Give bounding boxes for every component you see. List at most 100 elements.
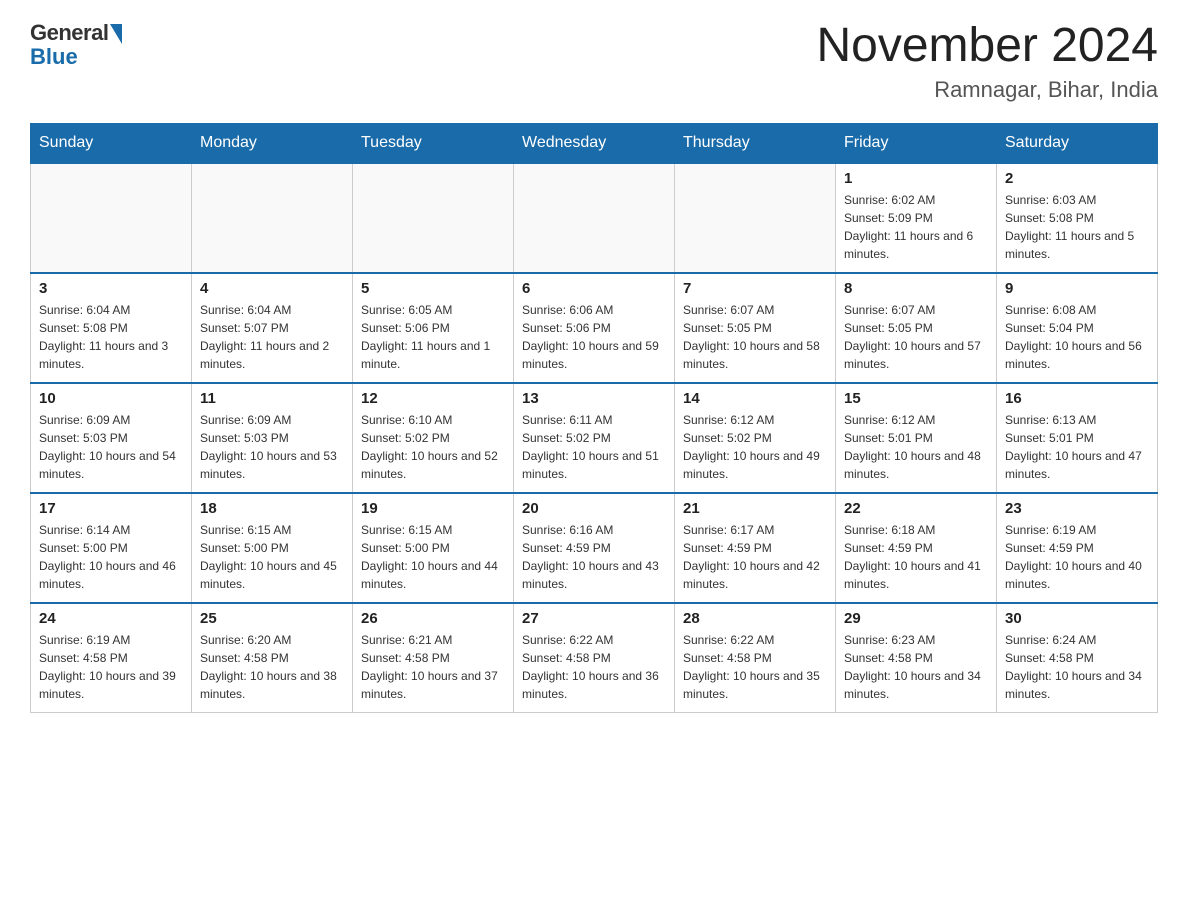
day-number: 13 (522, 390, 666, 407)
page-header: General Blue November 2024 Ramnagar, Bih… (30, 20, 1158, 103)
column-header-friday: Friday (836, 123, 997, 163)
column-header-thursday: Thursday (675, 123, 836, 163)
calendar-cell: 16 Sunrise: 6:13 AMSunset: 5:01 PMDayligh… (997, 383, 1158, 493)
calendar-cell: 7 Sunrise: 6:07 AMSunset: 5:05 PMDaylight… (675, 273, 836, 383)
day-number: 11 (200, 390, 344, 407)
day-number: 4 (200, 280, 344, 297)
calendar-week-row: 10 Sunrise: 6:09 AMSunset: 5:03 PMDayligh… (31, 383, 1158, 493)
day-number: 10 (39, 390, 183, 407)
calendar-cell: 4 Sunrise: 6:04 AMSunset: 5:07 PMDaylight… (192, 273, 353, 383)
day-info: Sunrise: 6:11 AMSunset: 5:02 PMDaylight:… (522, 411, 666, 483)
day-info: Sunrise: 6:07 AMSunset: 5:05 PMDaylight:… (844, 301, 988, 373)
calendar-cell: 9Sunrise: 6:08 AMSunset: 5:04 PMDaylight… (997, 273, 1158, 383)
day-info: Sunrise: 6:04 AMSunset: 5:08 PMDaylight:… (39, 301, 183, 373)
calendar-cell (353, 163, 514, 273)
calendar-cell: 25Sunrise: 6:20 AMSunset: 4:58 PMDayligh… (192, 603, 353, 713)
day-number: 27 (522, 610, 666, 627)
calendar-cell: 27 Sunrise: 6:22 AMSunset: 4:58 PMDayligh… (514, 603, 675, 713)
calendar-cell: 14 Sunrise: 6:12 AMSunset: 5:02 PMDayligh… (675, 383, 836, 493)
calendar-cell: 28 Sunrise: 6:22 AMSunset: 4:58 PMDayligh… (675, 603, 836, 713)
day-number: 12 (361, 390, 505, 407)
day-info: Sunrise: 6:10 AMSunset: 5:02 PMDaylight:… (361, 411, 505, 483)
day-number: 14 (683, 390, 827, 407)
day-info: Sunrise: 6:02 AMSunset: 5:09 PMDaylight:… (844, 191, 988, 263)
title-area: November 2024 Ramnagar, Bihar, India (816, 20, 1158, 103)
calendar-cell: 3 Sunrise: 6:04 AMSunset: 5:08 PMDaylight… (31, 273, 192, 383)
day-number: 6 (522, 280, 666, 297)
calendar-cell (192, 163, 353, 273)
calendar-cell: 15 Sunrise: 6:12 AMSunset: 5:01 PMDayligh… (836, 383, 997, 493)
calendar-cell: 20Sunrise: 6:16 AMSunset: 4:59 PMDayligh… (514, 493, 675, 603)
day-number: 21 (683, 500, 827, 517)
day-info: Sunrise: 6:05 AMSunset: 5:06 PMDaylight:… (361, 301, 505, 373)
day-number: 5 (361, 280, 505, 297)
day-info: Sunrise: 6:19 AMSunset: 4:58 PMDaylight:… (39, 631, 183, 703)
day-number: 28 (683, 610, 827, 627)
day-number: 23 (1005, 500, 1149, 517)
day-number: 1 (844, 170, 988, 187)
logo-arrow-icon (110, 24, 122, 44)
day-number: 16 (1005, 390, 1149, 407)
calendar-cell: 13 Sunrise: 6:11 AMSunset: 5:02 PMDayligh… (514, 383, 675, 493)
calendar-cell: 10 Sunrise: 6:09 AMSunset: 5:03 PMDayligh… (31, 383, 192, 493)
day-info: Sunrise: 6:15 AMSunset: 5:00 PMDaylight:… (361, 521, 505, 593)
calendar-cell: 21 Sunrise: 6:17 AMSunset: 4:59 PMDayligh… (675, 493, 836, 603)
day-number: 25 (200, 610, 344, 627)
day-number: 18 (200, 500, 344, 517)
day-info: Sunrise: 6:12 AMSunset: 5:02 PMDaylight:… (683, 411, 827, 483)
day-number: 7 (683, 280, 827, 297)
day-info: Sunrise: 6:14 AMSunset: 5:00 PMDaylight:… (39, 521, 183, 593)
column-header-monday: Monday (192, 123, 353, 163)
day-number: 3 (39, 280, 183, 297)
calendar-table: SundayMondayTuesdayWednesdayThursdayFrid… (30, 123, 1158, 714)
day-info: Sunrise: 6:17 AMSunset: 4:59 PMDaylight:… (683, 521, 827, 593)
day-info: Sunrise: 6:12 AMSunset: 5:01 PMDaylight:… (844, 411, 988, 483)
logo-general-text: General (30, 20, 108, 46)
calendar-title: November 2024 (816, 20, 1158, 73)
calendar-week-row: 17Sunrise: 6:14 AMSunset: 5:00 PMDayligh… (31, 493, 1158, 603)
calendar-cell (514, 163, 675, 273)
day-info: Sunrise: 6:16 AMSunset: 4:59 PMDaylight:… (522, 521, 666, 593)
day-number: 19 (361, 500, 505, 517)
day-number: 8 (844, 280, 988, 297)
calendar-cell: 6 Sunrise: 6:06 AMSunset: 5:06 PMDaylight… (514, 273, 675, 383)
day-number: 22 (844, 500, 988, 517)
calendar-cell: 23 Sunrise: 6:19 AMSunset: 4:59 PMDayligh… (997, 493, 1158, 603)
day-info: Sunrise: 6:19 AMSunset: 4:59 PMDaylight:… (1005, 521, 1149, 593)
day-info: Sunrise: 6:13 AMSunset: 5:01 PMDaylight:… (1005, 411, 1149, 483)
day-info: Sunrise: 6:06 AMSunset: 5:06 PMDaylight:… (522, 301, 666, 373)
day-info: Sunrise: 6:04 AMSunset: 5:07 PMDaylight:… (200, 301, 344, 373)
day-info: Sunrise: 6:24 AMSunset: 4:58 PMDaylight:… (1005, 631, 1149, 703)
day-number: 26 (361, 610, 505, 627)
calendar-week-row: 24 Sunrise: 6:19 AMSunset: 4:58 PMDayligh… (31, 603, 1158, 713)
day-number: 9 (1005, 280, 1149, 297)
day-number: 24 (39, 610, 183, 627)
calendar-cell: 5 Sunrise: 6:05 AMSunset: 5:06 PMDaylight… (353, 273, 514, 383)
day-info: Sunrise: 6:21 AMSunset: 4:58 PMDaylight:… (361, 631, 505, 703)
calendar-cell: 19 Sunrise: 6:15 AMSunset: 5:00 PMDayligh… (353, 493, 514, 603)
day-number: 30 (1005, 610, 1149, 627)
calendar-cell: 30 Sunrise: 6:24 AMSunset: 4:58 PMDayligh… (997, 603, 1158, 713)
day-info: Sunrise: 6:22 AMSunset: 4:58 PMDaylight:… (683, 631, 827, 703)
day-info: Sunrise: 6:22 AMSunset: 4:58 PMDaylight:… (522, 631, 666, 703)
day-info: Sunrise: 6:03 AMSunset: 5:08 PMDaylight:… (1005, 191, 1149, 263)
calendar-header-row: SundayMondayTuesdayWednesdayThursdayFrid… (31, 123, 1158, 163)
logo-blue-text: Blue (30, 44, 78, 70)
calendar-cell: 17Sunrise: 6:14 AMSunset: 5:00 PMDayligh… (31, 493, 192, 603)
column-header-sunday: Sunday (31, 123, 192, 163)
day-info: Sunrise: 6:09 AMSunset: 5:03 PMDaylight:… (39, 411, 183, 483)
calendar-cell (675, 163, 836, 273)
logo: General Blue (30, 20, 122, 70)
calendar-cell: 26 Sunrise: 6:21 AMSunset: 4:58 PMDayligh… (353, 603, 514, 713)
day-number: 2 (1005, 170, 1149, 187)
calendar-cell: 29 Sunrise: 6:23 AMSunset: 4:58 PMDayligh… (836, 603, 997, 713)
calendar-cell (31, 163, 192, 273)
day-number: 29 (844, 610, 988, 627)
column-header-saturday: Saturday (997, 123, 1158, 163)
day-number: 15 (844, 390, 988, 407)
calendar-cell: 24 Sunrise: 6:19 AMSunset: 4:58 PMDayligh… (31, 603, 192, 713)
day-info: Sunrise: 6:07 AMSunset: 5:05 PMDaylight:… (683, 301, 827, 373)
calendar-cell: 12 Sunrise: 6:10 AMSunset: 5:02 PMDayligh… (353, 383, 514, 493)
day-info: Sunrise: 6:15 AMSunset: 5:00 PMDaylight:… (200, 521, 344, 593)
day-info: Sunrise: 6:23 AMSunset: 4:58 PMDaylight:… (844, 631, 988, 703)
